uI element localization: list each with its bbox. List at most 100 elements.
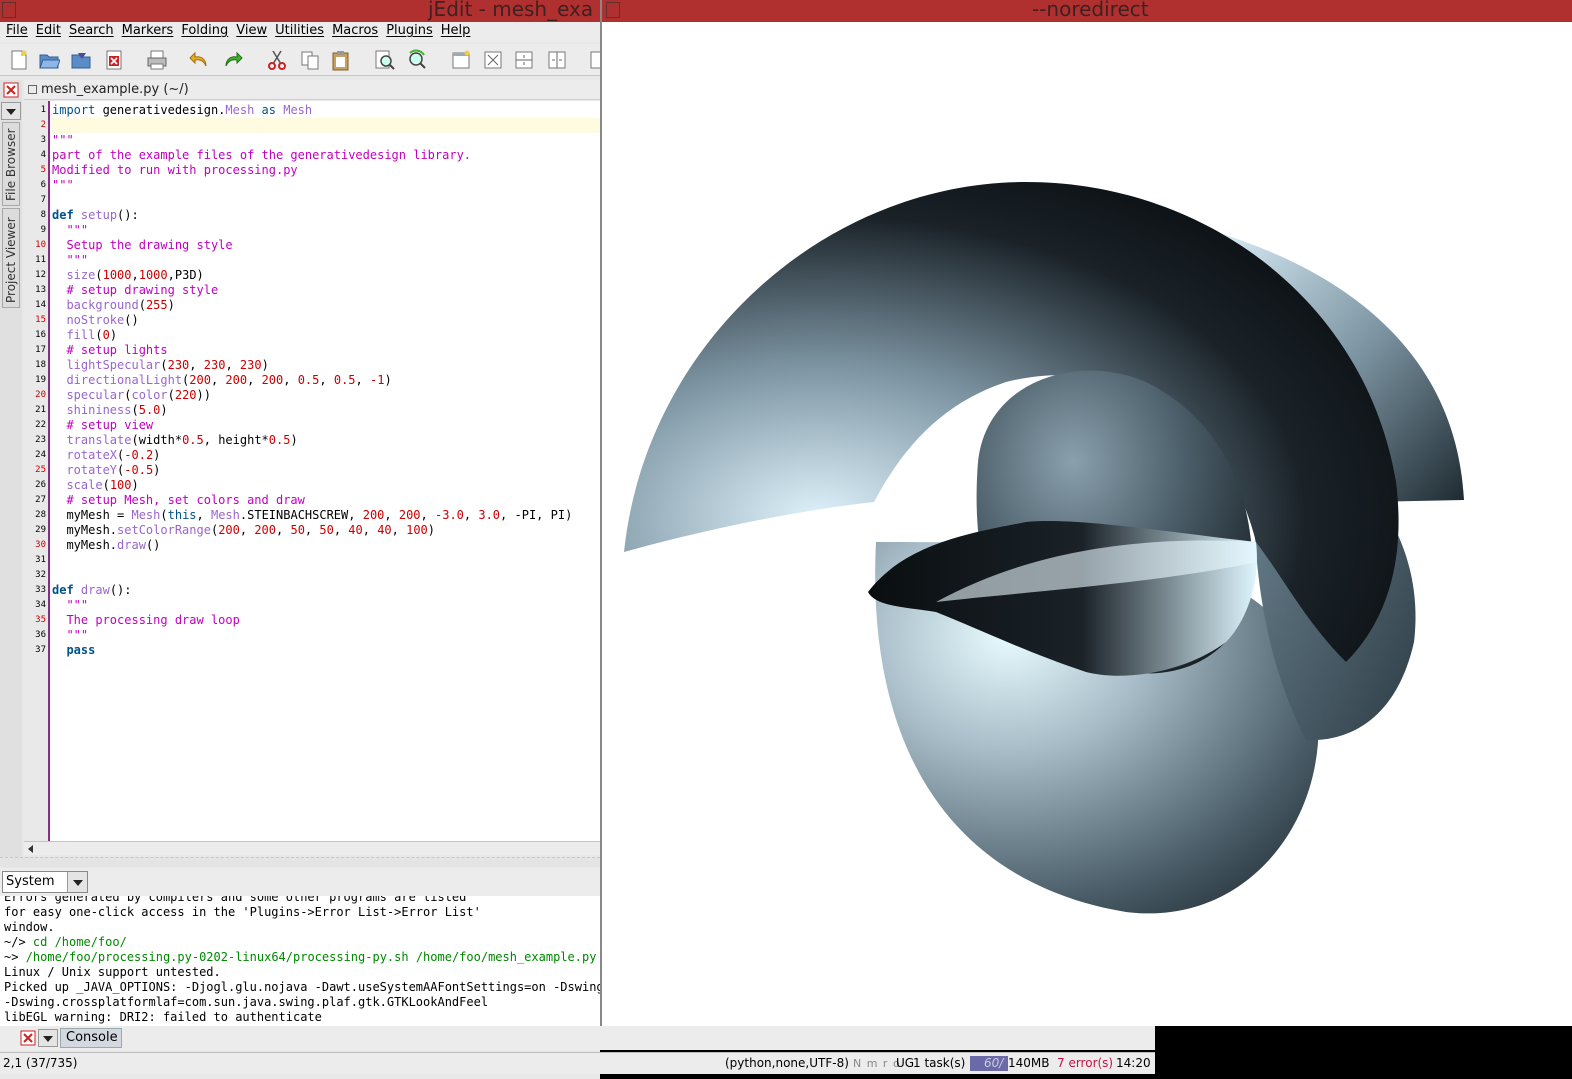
tab-file-browser[interactable]: File Browser: [2, 122, 20, 206]
menu-utilities[interactable]: Utilities: [273, 22, 330, 42]
code-line: """: [52, 598, 89, 612]
line-number: 10: [35, 240, 46, 250]
new-view-icon[interactable]: [450, 49, 472, 71]
gutter: 1 2 3 4 5 6 7 8 9 10 11 12 13 14 15 16 17 18 19 20 21 22 23 24 2…: [24, 101, 50, 841]
code-line: """: [52, 133, 74, 147]
menubar: File Edit Search Markers Folding View Ut…: [0, 22, 600, 42]
line-number: 33: [35, 585, 46, 595]
redo-icon[interactable]: [222, 49, 244, 71]
unsplit-icon[interactable]: [482, 49, 504, 71]
code-line: pass: [66, 643, 96, 657]
menu-view[interactable]: View: [234, 22, 273, 42]
line-number: 24: [35, 450, 46, 460]
line-number: 37: [35, 645, 46, 655]
horizontal-scrollbar[interactable]: [24, 841, 600, 855]
tab-console[interactable]: Console: [60, 1028, 122, 1048]
dock-menu-icon[interactable]: [1, 102, 21, 120]
find-icon[interactable]: [374, 49, 396, 71]
code-line: part of the example files of the generat…: [52, 148, 472, 162]
code-line: myMesh.setColorRange(200, 200, 50, 50, 4…: [52, 523, 436, 537]
jedit-titlebar[interactable]: jEdit - mesh_exa: [0, 0, 600, 22]
more-tools-icon[interactable]: [588, 49, 600, 71]
console-line: -Dswing.crossplatformlaf=com.sun.java.sw…: [4, 995, 489, 1009]
sketch-window: --noredirect: [600, 0, 1572, 1026]
pane-splitter[interactable]: [0, 857, 600, 867]
copy-icon[interactable]: [299, 49, 321, 71]
line-number: 5: [40, 165, 46, 175]
line-number: 21: [35, 405, 46, 415]
menu-file[interactable]: File: [4, 22, 34, 42]
encoding-flags[interactable]: UG: [896, 1056, 914, 1070]
buffer-dirty-icon: [28, 85, 37, 94]
line-number: 6: [40, 180, 46, 190]
code-line: scale(100): [66, 478, 139, 492]
code-line: rotateX(-0.2): [66, 448, 161, 462]
line-number: 16: [35, 330, 46, 340]
line-number: 29: [35, 525, 46, 535]
paste-icon[interactable]: [330, 49, 352, 71]
print-icon[interactable]: [146, 49, 168, 71]
memory-usage: 140MB: [1008, 1056, 1050, 1070]
code-line: directionalLight(200, 200, 200, 0.5, 0.5…: [66, 373, 392, 387]
menu-markers[interactable]: Markers: [120, 22, 180, 42]
open-file-icon[interactable]: [38, 49, 60, 71]
line-number: 2: [40, 120, 46, 130]
undo-icon[interactable]: [188, 49, 210, 71]
cut-icon[interactable]: [266, 49, 288, 71]
window-menu-icon[interactable]: [606, 2, 620, 18]
console-output[interactable]: Errors generated by compilers and some o…: [0, 896, 600, 1026]
shell-selector[interactable]: System: [2, 871, 88, 893]
code-line: lightSpecular(230, 230, 230): [66, 358, 269, 372]
split-vertical-icon[interactable]: [546, 49, 568, 71]
code-line: specular(color(220)): [66, 388, 211, 402]
line-number: 11: [35, 255, 46, 265]
jedit-window: jEdit - mesh_exa File Edit Search Marker…: [0, 0, 600, 1079]
window-menu-icon[interactable]: [2, 2, 16, 18]
close-dock-icon[interactable]: [3, 82, 19, 98]
find-next-icon[interactable]: [406, 49, 428, 71]
menu-edit[interactable]: Edit: [34, 22, 67, 42]
code-line: """: [52, 253, 89, 267]
buffer-mode[interactable]: (python,none,UTF-8): [725, 1056, 849, 1070]
text-area[interactable]: 1 2 3 4 5 6 7 8 9 10 11 12 13 14 15 16 17 18 19 20 21 22 23 24 2…: [24, 101, 600, 841]
task-count[interactable]: 1 task(s): [913, 1056, 965, 1070]
code-line: """: [52, 178, 74, 192]
code-line: myMesh = Mesh(this, Mesh.STEINBACHSCREW,…: [52, 508, 573, 522]
scroll-left-icon[interactable]: [26, 844, 36, 854]
code-line: translate(width*0.5, height*0.5): [66, 433, 298, 447]
status-bar: 2,1 (37/735) (python,none,UTF-8) N m r o…: [0, 1052, 1155, 1074]
save-file-icon[interactable]: [70, 49, 92, 71]
tab-project-viewer[interactable]: Project Viewer: [2, 208, 20, 308]
console-line: Linux / Unix support untested.: [4, 965, 221, 979]
code-line: def setup():: [52, 208, 139, 222]
memory-usage-bar[interactable]: 60/: [970, 1056, 1008, 1071]
line-number: 17: [35, 345, 46, 355]
code-line: # setup Mesh, set colors and draw: [52, 493, 305, 507]
sketch-titlebar[interactable]: --noredirect: [602, 0, 1572, 22]
menu-plugins[interactable]: Plugins: [384, 22, 439, 42]
line-number: 35: [35, 615, 46, 625]
error-count[interactable]: 7 error(s): [1057, 1056, 1113, 1070]
current-line-highlight: [52, 118, 600, 133]
menu-search[interactable]: Search: [67, 22, 120, 42]
caret-position[interactable]: 2,1 (37/735): [3, 1056, 77, 1070]
close-file-icon[interactable]: [103, 49, 125, 71]
new-file-icon[interactable]: [8, 49, 30, 71]
mesh-render-canvas[interactable]: [606, 22, 1572, 1024]
line-number: 28: [35, 510, 46, 520]
menu-macros[interactable]: Macros: [330, 22, 384, 42]
window-title: jEdit - mesh_exa: [428, 0, 594, 21]
menu-folding[interactable]: Folding: [179, 22, 234, 42]
menu-help[interactable]: Help: [439, 22, 477, 42]
console-header: System: [0, 868, 600, 896]
split-horizontal-icon[interactable]: [513, 49, 535, 71]
line-number: 30: [35, 540, 46, 550]
chevron-down-icon[interactable]: [67, 872, 87, 892]
buffer-switcher[interactable]: mesh_example.py (~/): [24, 80, 600, 100]
close-dock-icon[interactable]: [20, 1030, 36, 1046]
clock: 14:20: [1116, 1056, 1151, 1070]
code-line: # setup lights: [52, 343, 168, 357]
dock-menu-icon[interactable]: [38, 1029, 58, 1047]
console-line: ~> /home/foo/processing.py-0202-linux64/…: [4, 950, 597, 964]
buffer-flags[interactable]: N m r o: [853, 1057, 901, 1070]
